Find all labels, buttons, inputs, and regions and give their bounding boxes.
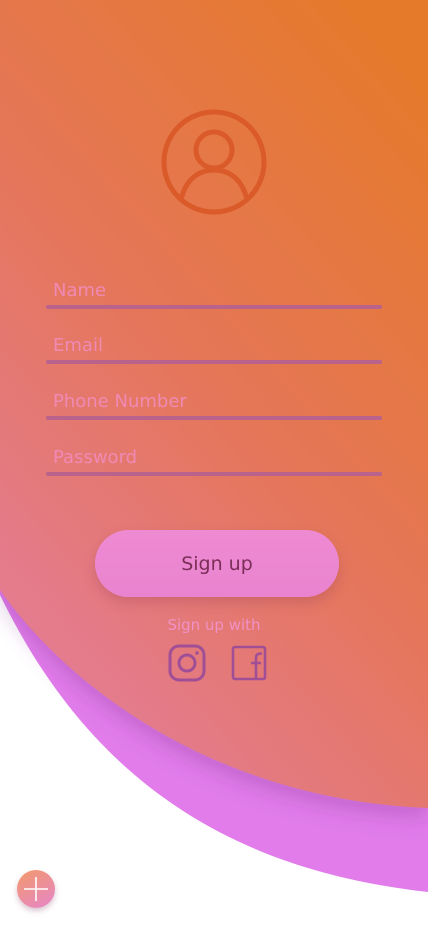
name-field: [46, 275, 382, 309]
email-underline: [46, 360, 382, 364]
name-input[interactable]: [46, 275, 382, 305]
password-input[interactable]: [46, 442, 382, 472]
name-underline: [46, 305, 382, 309]
password-underline: [46, 472, 382, 476]
email-field: [46, 330, 382, 364]
phone-number-input[interactable]: [46, 386, 382, 416]
plus-icon: [24, 877, 48, 901]
phone-number-field: [46, 386, 382, 420]
password-field: [46, 442, 382, 476]
instagram-icon[interactable]: [167, 643, 207, 683]
user-avatar-icon: [161, 109, 267, 215]
email-input[interactable]: [46, 330, 382, 360]
facebook-icon[interactable]: [229, 643, 269, 683]
sign-up-with-label: Sign up with: [167, 616, 261, 634]
phone-number-underline: [46, 416, 382, 420]
signup-screen: Sign up Sign up with: [0, 0, 428, 926]
add-button[interactable]: [17, 870, 55, 908]
sign-up-button[interactable]: Sign up: [95, 530, 339, 597]
